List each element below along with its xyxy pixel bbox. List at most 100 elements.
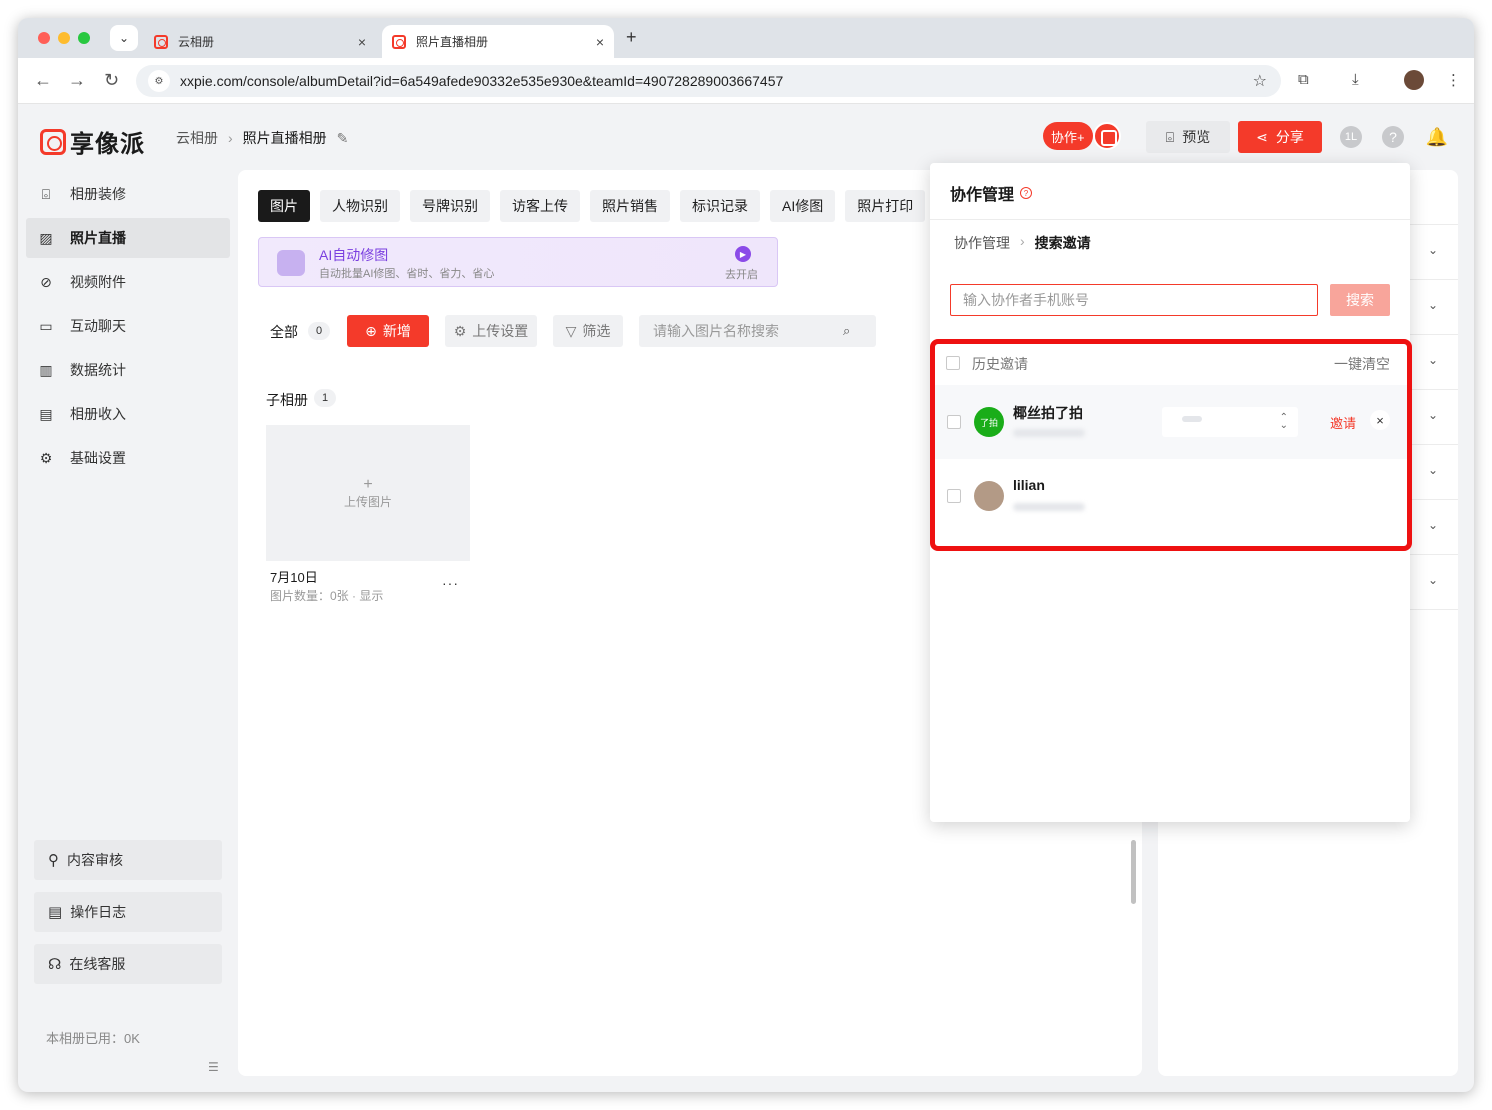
ai-enable-link[interactable]: 去开启	[725, 266, 758, 282]
chevron-down-icon[interactable]: ⌄	[1428, 408, 1438, 422]
sidebar-item-video[interactable]: ⊘ 视频附件	[26, 262, 230, 302]
download-icon[interactable]: ⤓	[1352, 71, 1359, 88]
collab-logo-icon[interactable]	[1093, 122, 1121, 150]
content-review-button[interactable]: ⚲ 内容审核	[34, 840, 222, 880]
extensions-icon[interactable]: ⧉	[1298, 71, 1309, 88]
storage-usage-text: 本相册已用：0K	[46, 1031, 140, 1046]
brand-logo[interactable]: 享像派	[40, 124, 145, 159]
gear-icon: ⚙	[453, 322, 467, 339]
operation-log-button[interactable]: ▤ 操作日志	[34, 892, 222, 932]
more-options-icon[interactable]: ···	[442, 575, 459, 591]
vertical-scrollbar[interactable]	[1131, 840, 1136, 904]
scan-icon: ⌻	[1165, 128, 1175, 145]
back-arrow-icon[interactable]: ←	[34, 70, 52, 91]
ai-banner-subtitle: 自动批量AI修图、省时、省力、省心	[319, 268, 495, 280]
ai-retouch-banner[interactable]: AI自动修图 自动批量AI修图、省时、省力、省心 ▶ 去开启	[258, 237, 778, 287]
app-header: 享像派 云相册 › 照片直播相册 ✎ 协作+ ⌻ 预览 ⋖ 分享 1L ? 🔔	[18, 104, 1474, 170]
share-label: 分享	[1275, 129, 1304, 145]
edit-icon[interactable]: ✎	[337, 130, 349, 147]
chevron-right-icon: ›	[228, 130, 233, 146]
sidebar-item-label: 基础设置	[70, 450, 126, 466]
add-label: 新增	[382, 323, 411, 339]
filter-button[interactable]: ▽ 筛选	[553, 315, 623, 347]
user-avatar[interactable]: 1L	[1340, 126, 1362, 148]
forward-arrow-icon[interactable]: →	[68, 70, 86, 91]
divider	[930, 219, 1410, 220]
profile-avatar[interactable]	[1404, 70, 1424, 90]
collaborator-search-button[interactable]: 搜索	[1330, 284, 1390, 316]
chevron-down-icon[interactable]: ⌄	[1428, 353, 1438, 367]
share-button[interactable]: ⋖ 分享	[1238, 121, 1322, 153]
add-photo-button[interactable]: ⊕ 新增	[347, 315, 429, 347]
close-tab-icon[interactable]: ×	[358, 34, 366, 50]
browser-tab-live-album[interactable]: 照片直播相册 ×	[382, 25, 614, 58]
tab-mark-records[interactable]: 标识记录	[680, 190, 760, 222]
browser-tab-cloud-album[interactable]: 云相册 ×	[144, 25, 376, 58]
popover-title-text: 协作管理	[950, 187, 1015, 204]
address-bar[interactable]: ⚙ xxpie.com/console/albumDetail?id=6a549…	[136, 65, 1281, 97]
site-settings-icon[interactable]: ⚙	[148, 70, 170, 92]
bell-icon[interactable]: 🔔	[1426, 126, 1448, 148]
chevron-down-icon[interactable]: ⌄	[1428, 243, 1438, 257]
reload-icon[interactable]: ↻	[104, 70, 119, 91]
new-tab-button[interactable]: +	[626, 27, 637, 48]
more-menu-icon[interactable]: ⋮	[1446, 71, 1461, 89]
collab-plus-button[interactable]: 协作+	[1043, 122, 1093, 150]
chevron-right-icon: ›	[1020, 233, 1025, 249]
breadcrumb-item-cloud-album[interactable]: 云相册	[176, 128, 218, 148]
browser-window: ⌄ 云相册 × 照片直播相册 × + ← → ↻ ⚙ xxpie.com/con…	[18, 18, 1474, 1092]
collaborator-phone-input[interactable]	[950, 284, 1318, 316]
sidebar-item-settings[interactable]: ⚙ 基础设置	[26, 438, 230, 478]
online-support-button[interactable]: ☊ 在线客服	[34, 944, 222, 984]
chevron-down-icon[interactable]: ⌄	[1428, 298, 1438, 312]
sidebar-item-label: 照片直播	[70, 230, 126, 246]
sub-album-meta: 图片数量：0张 · 显示	[270, 589, 384, 603]
image-icon: ▨	[39, 229, 53, 246]
tab-face-recognition[interactable]: 人物识别	[320, 190, 400, 222]
question-icon[interactable]: ?	[1020, 187, 1033, 199]
bookmark-star-icon[interactable]: ☆	[1253, 71, 1267, 91]
tab-photo-print[interactable]: 照片打印	[845, 190, 926, 222]
help-icon[interactable]: ?	[1382, 126, 1404, 148]
sidebar-item-label: 互动聊天	[70, 318, 126, 334]
tab-bib-recognition[interactable]: 号牌识别	[410, 190, 490, 222]
plus-icon: +	[363, 475, 373, 493]
close-tab-icon[interactable]: ×	[596, 34, 604, 50]
tab-ai-retouch[interactable]: AI修图	[770, 190, 836, 222]
upload-settings-button[interactable]: ⚙ 上传设置	[445, 315, 537, 347]
sidebar-item-live-photos[interactable]: ▨ 照片直播	[26, 218, 230, 258]
feature-tabs: 图片 人物识别 号牌识别 访客上传 照片销售 标识记录 AI修图 照片打印	[258, 190, 935, 222]
search-icon[interactable]: ⌕	[843, 323, 850, 339]
minimize-window-button[interactable]	[58, 32, 70, 44]
chevron-down-icon[interactable]: ⌄	[1428, 573, 1438, 587]
online-support-label: 在线客服	[69, 956, 126, 972]
breadcrumb-item-collab[interactable]: 协作管理	[954, 233, 1010, 253]
ai-banner-title: AI自动修图	[319, 247, 389, 263]
play-icon[interactable]: ▶	[735, 246, 751, 262]
ai-robot-icon	[277, 250, 305, 276]
tab-visitor-upload[interactable]: 访客上传	[500, 190, 580, 222]
browser-tab-strip: ⌄ 云相册 × 照片直播相册 × +	[18, 18, 1474, 58]
tab-photos[interactable]: 图片	[258, 190, 310, 222]
log-icon: ▤	[48, 904, 63, 921]
preview-button[interactable]: ⌻ 预览	[1146, 121, 1230, 153]
tab-title: 照片直播相册	[416, 35, 489, 49]
photo-search-input[interactable]	[653, 323, 843, 339]
close-window-button[interactable]	[38, 32, 50, 44]
collapse-sidebar-icon[interactable]: ☰	[208, 1060, 219, 1074]
content-review-label: 内容审核	[67, 852, 123, 868]
sidebar-item-income[interactable]: ▤ 相册收入	[26, 394, 230, 434]
tab-photo-sales[interactable]: 照片销售	[590, 190, 670, 222]
sidebar-item-stats[interactable]: ▥ 数据统计	[26, 350, 230, 390]
all-photos-label[interactable]: 全部	[270, 322, 298, 342]
upload-photo-card[interactable]: + 上传图片	[266, 425, 470, 561]
sidebar-item-label: 视频附件	[70, 274, 126, 290]
site-favicon-icon	[154, 34, 168, 49]
funnel-icon: ▽	[565, 322, 577, 339]
sidebar-item-decorate[interactable]: ⌻ 相册装修	[26, 174, 230, 214]
chevron-down-icon[interactable]: ⌄	[1428, 518, 1438, 532]
tab-search-chevron-icon[interactable]: ⌄	[110, 25, 138, 51]
sidebar-item-chat[interactable]: ▭ 互动聊天	[26, 306, 230, 346]
chevron-down-icon[interactable]: ⌄	[1428, 463, 1438, 477]
maximize-window-button[interactable]	[78, 32, 90, 44]
